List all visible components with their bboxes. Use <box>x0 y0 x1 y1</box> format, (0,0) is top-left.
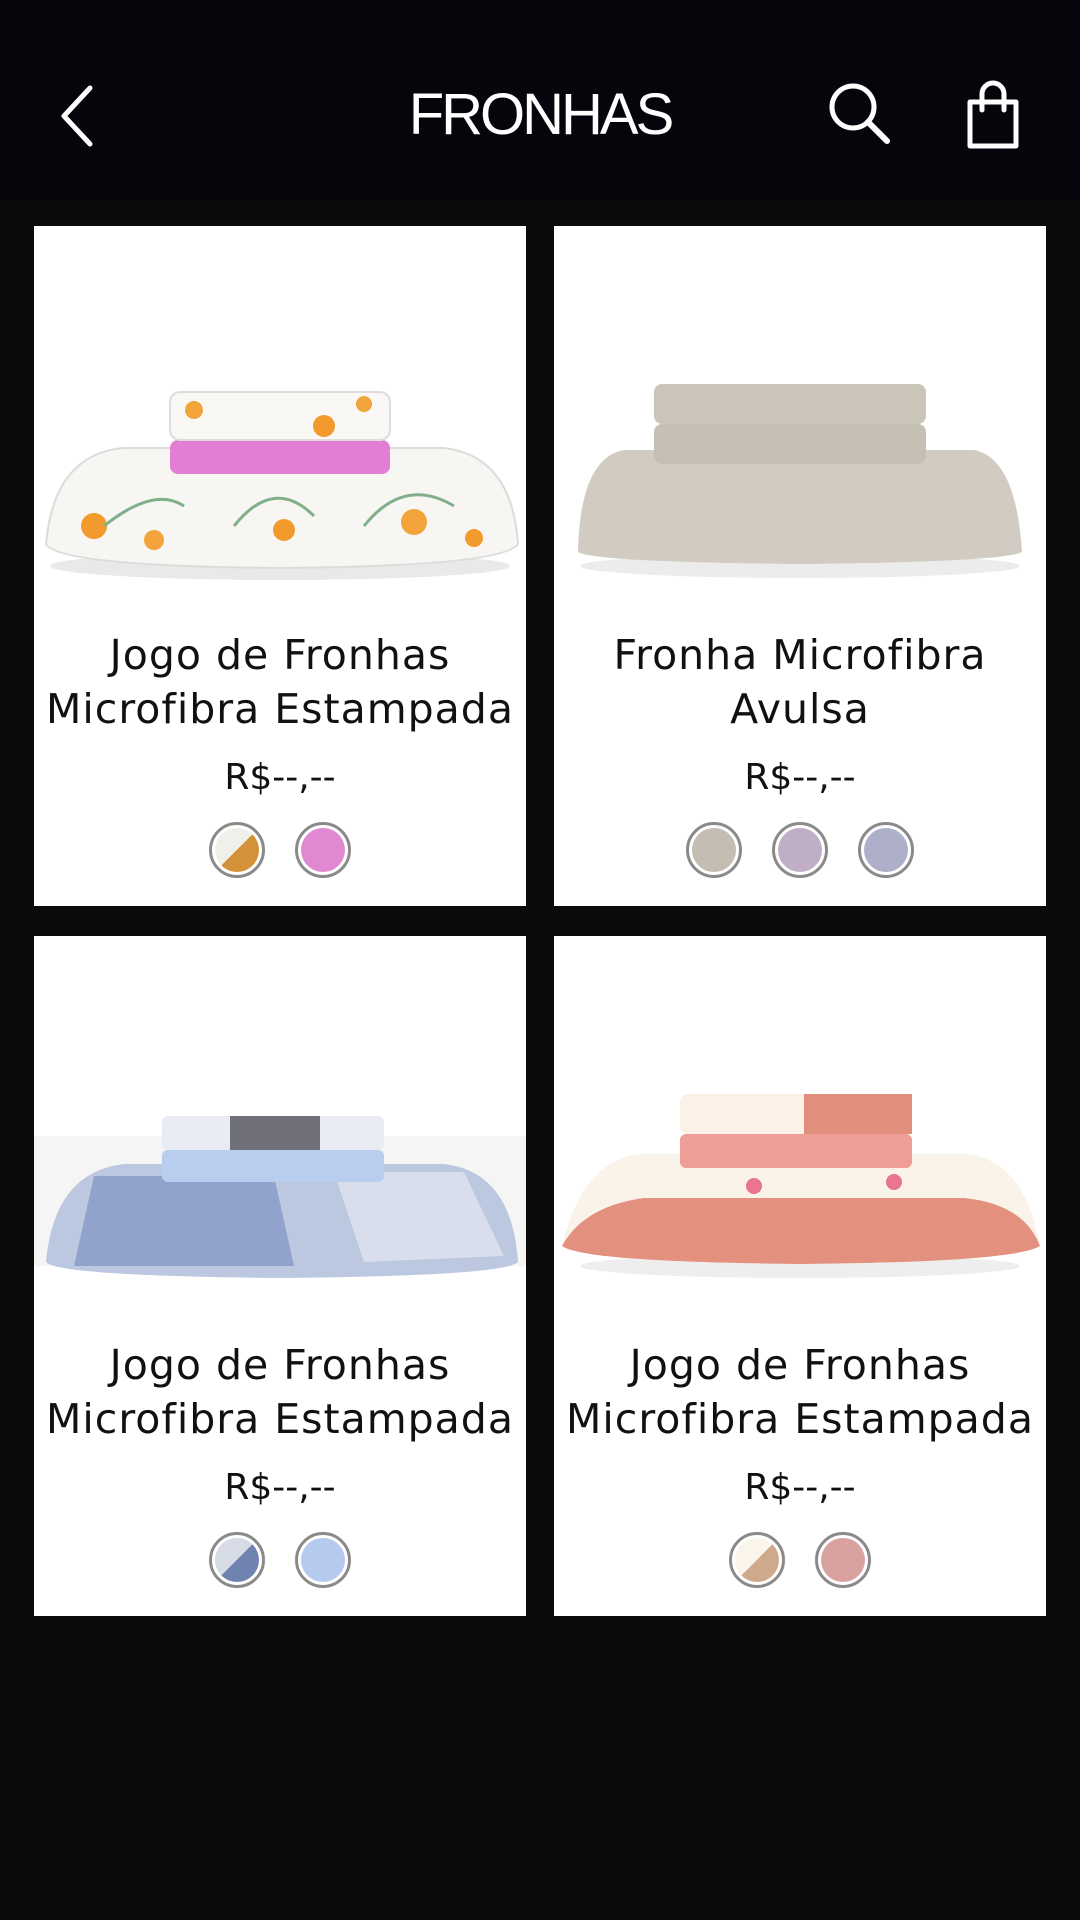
shopping-bag-icon <box>967 80 1019 149</box>
product-card[interactable]: Jogo de Fronhas Microfibra Estampada R$-… <box>34 226 526 906</box>
product-image <box>34 1116 526 1278</box>
product-card[interactable]: Jogo de Fronhas Microfibra Estampada R$-… <box>34 936 526 1616</box>
product-image <box>562 1094 1040 1278</box>
color-swatches <box>34 822 526 878</box>
color-swatches <box>554 1532 1046 1588</box>
search-button[interactable] <box>826 80 892 146</box>
color-swatch[interactable] <box>209 1532 265 1588</box>
product-name: Fronha Microfibra Avulsa <box>613 631 987 733</box>
product-price: R$--,-- <box>744 1467 856 1508</box>
top-app-bar: FRONHAS <box>0 0 1080 200</box>
product-name: Jogo de Fronhas Microfibra Estampada <box>46 1341 514 1443</box>
color-swatch[interactable] <box>815 1532 871 1588</box>
product-name: Jogo de Fronhas Microfibra Estampada <box>46 631 514 733</box>
product-card[interactable]: Jogo de Fronhas Microfibra Estampada R$-… <box>554 936 1046 1616</box>
color-swatch[interactable] <box>858 822 914 878</box>
search-icon <box>829 83 890 144</box>
page-title: FRONHAS <box>408 82 675 147</box>
color-swatches <box>554 822 1046 878</box>
product-price: R$--,-- <box>224 1467 336 1508</box>
cart-button[interactable] <box>964 80 1024 150</box>
product-image <box>578 384 1022 578</box>
product-name: Jogo de Fronhas Microfibra Estampada <box>566 1341 1034 1443</box>
color-swatch[interactable] <box>686 822 742 878</box>
color-swatch[interactable] <box>729 1532 785 1588</box>
product-card[interactable]: Fronha Microfibra Avulsa R$--,-- <box>554 226 1046 906</box>
color-swatch[interactable] <box>295 1532 351 1588</box>
color-swatch[interactable] <box>772 822 828 878</box>
color-swatch[interactable] <box>209 822 265 878</box>
product-price: R$--,-- <box>744 757 856 798</box>
color-swatches <box>34 1532 526 1588</box>
product-price: R$--,-- <box>224 757 336 798</box>
product-image <box>44 391 520 580</box>
color-swatch[interactable] <box>295 822 351 878</box>
